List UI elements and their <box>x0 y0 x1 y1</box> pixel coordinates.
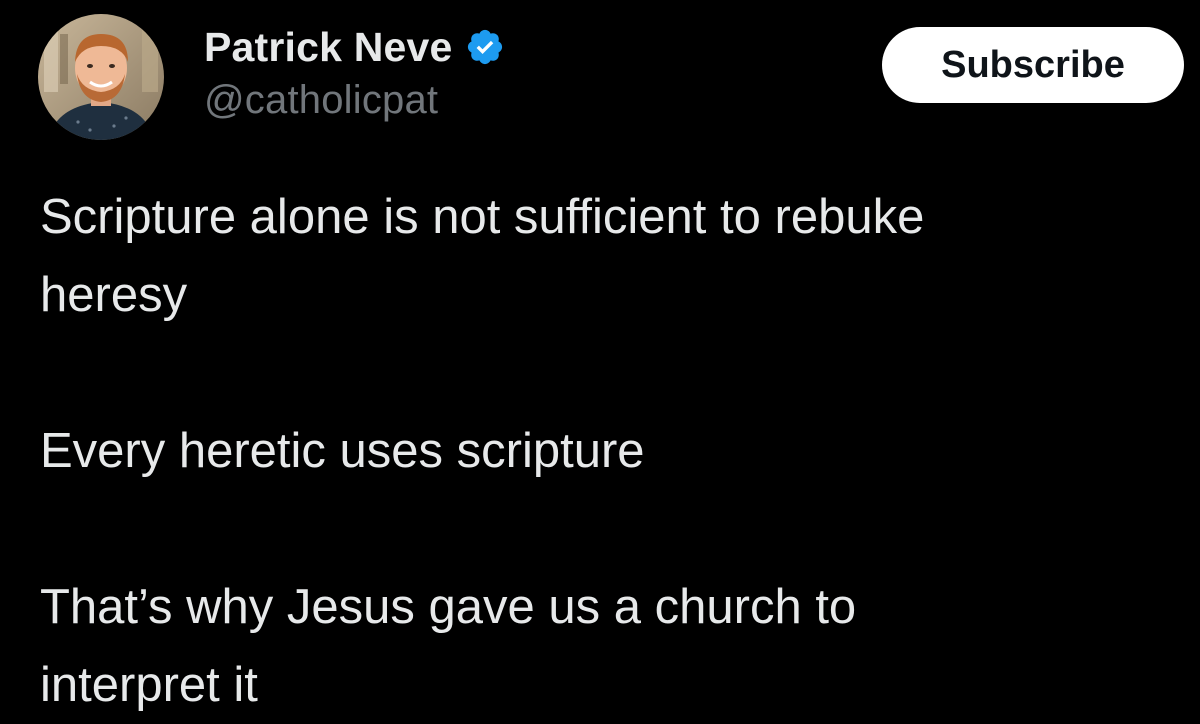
avatar-image <box>38 14 164 140</box>
tweet-header: Patrick Neve @catholicpat Subscribe <box>38 14 1188 144</box>
name-row: Patrick Neve <box>204 22 505 72</box>
tweet-text: Scripture alone is not sufficient to reb… <box>40 178 1180 724</box>
tweet-paragraph: Scripture alone is not sufficient to reb… <box>40 190 925 322</box>
author-identity: Patrick Neve @catholicpat <box>204 22 505 123</box>
author-handle[interactable]: @catholicpat <box>204 78 505 123</box>
author-display-name[interactable]: Patrick Neve <box>204 24 453 71</box>
tweet-paragraph: Every heretic uses scripture <box>40 424 645 478</box>
tweet-card: Patrick Neve @catholicpat Subscribe Scri… <box>0 0 1200 716</box>
verified-badge-icon[interactable] <box>465 27 505 67</box>
avatar[interactable] <box>38 14 164 140</box>
tweet-paragraph: That’s why Jesus gave us a church to int… <box>40 580 857 712</box>
subscribe-button[interactable]: Subscribe <box>882 27 1184 103</box>
